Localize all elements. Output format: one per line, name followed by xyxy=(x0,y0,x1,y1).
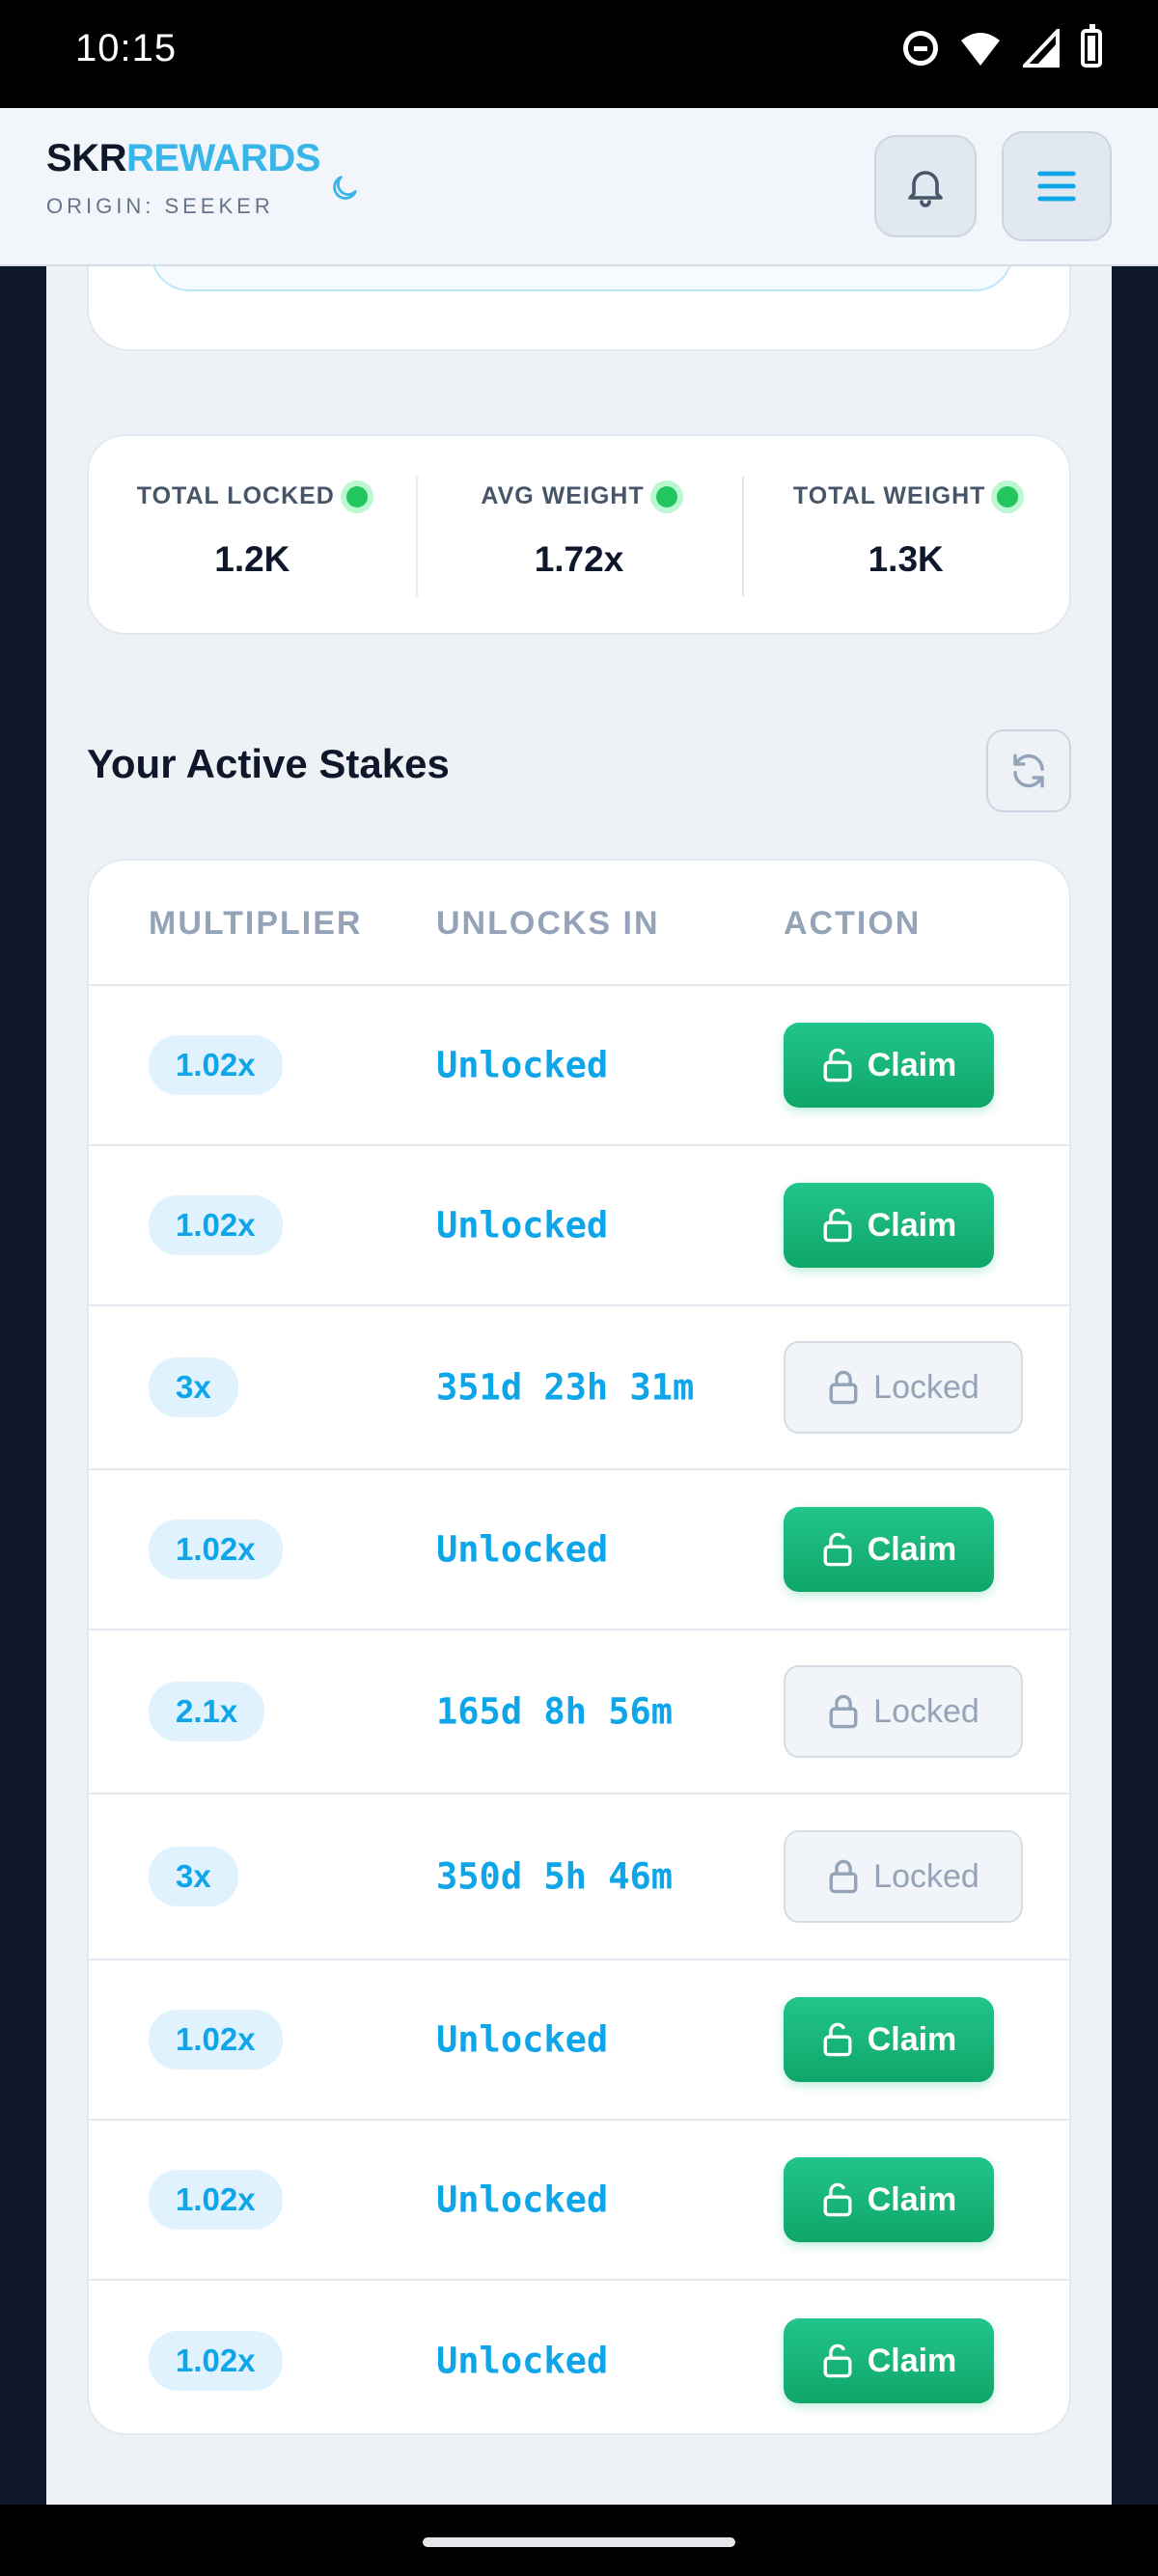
stat-total-weight: TOTAL WEIGHT 1.3K xyxy=(742,436,1069,633)
unlock-icon xyxy=(823,1048,852,1082)
claim-button-label: Claim xyxy=(867,2180,957,2218)
unlock-icon xyxy=(823,1208,852,1243)
claim-button-label: Claim xyxy=(867,2020,957,2058)
multiplier-badge: 1.02x xyxy=(149,2010,283,2069)
claim-button[interactable]: Claim xyxy=(784,1183,994,1268)
stat-label: TOTAL WEIGHT xyxy=(792,482,986,509)
stakes-table: MULTIPLIER UNLOCKS IN ACTION 1.02x Unloc… xyxy=(87,859,1071,2435)
table-row: 1.02x Unlocked Claim xyxy=(89,1470,1069,1631)
status-time: 10:15 xyxy=(75,27,178,69)
locked-button[interactable]: Locked xyxy=(784,1341,1023,1434)
live-status-dot xyxy=(345,485,368,507)
lock-icon xyxy=(829,1694,858,1729)
unlock-time: Unlocked xyxy=(436,2179,609,2221)
locked-button-label: Locked xyxy=(873,1857,979,1895)
unlock-time: Unlocked xyxy=(436,2340,609,2382)
signal-icon xyxy=(1023,29,1060,68)
live-status-dot xyxy=(655,485,677,507)
unlock-time: 350d 5h 46m xyxy=(436,1855,674,1898)
brand-logo[interactable]: SKRREWARDS ORIGIN: SEEKER xyxy=(46,137,320,219)
multiplier-badge: 3x xyxy=(149,1847,238,1906)
unlock-time: Unlocked xyxy=(436,2018,609,2061)
unlock-time: Unlocked xyxy=(436,1044,609,1086)
wifi-icon xyxy=(961,33,1000,66)
brand-primary: SKR xyxy=(46,137,126,179)
stat-avg-weight: AVG WEIGHT 1.72x xyxy=(415,436,743,633)
app-header: SKRREWARDS ORIGIN: SEEKER xyxy=(0,108,1158,266)
live-status-dot xyxy=(997,485,1019,507)
status-icons xyxy=(903,24,1102,68)
notifications-button[interactable] xyxy=(874,135,977,237)
column-header-multiplier: MULTIPLIER xyxy=(149,905,363,942)
claim-button-label: Claim xyxy=(867,1046,957,1083)
bell-icon xyxy=(908,171,943,207)
table-row: 1.02x Unlocked Claim xyxy=(89,2281,1069,2433)
locked-button[interactable]: Locked xyxy=(784,1665,1023,1758)
multiplier-badge: 1.02x xyxy=(149,1520,283,1579)
hamburger-icon xyxy=(1037,171,1076,202)
locked-button-label: Locked xyxy=(873,1368,979,1406)
table-row: 3x 350d 5h 46m Locked xyxy=(89,1795,1069,1960)
unlock-time: 165d 8h 56m xyxy=(436,1690,674,1733)
table-row: 1.02x Unlocked Claim xyxy=(89,1960,1069,2121)
multiplier-badge: 1.02x xyxy=(149,1035,283,1095)
table-row: 1.02x Unlocked Claim xyxy=(89,2121,1069,2281)
battery-icon xyxy=(1081,24,1102,68)
system-nav-bar xyxy=(0,2505,1158,2576)
claim-button-label: Claim xyxy=(867,1206,957,1244)
multiplier-badge: 2.1x xyxy=(149,1682,265,1741)
table-row: 2.1x 165d 8h 56m Locked xyxy=(89,1631,1069,1795)
unlock-icon xyxy=(823,2343,852,2378)
do-not-disturb-icon xyxy=(903,31,938,66)
home-indicator[interactable] xyxy=(423,2537,735,2547)
active-stakes-title: Your Active Stakes xyxy=(87,741,450,786)
stat-total-locked: TOTAL LOCKED 1.2K xyxy=(89,436,416,633)
claim-button[interactable]: Claim xyxy=(784,2157,994,2242)
table-row: 1.02x Unlocked Claim xyxy=(89,1146,1069,1306)
multiplier-badge: 1.02x xyxy=(149,2170,283,2230)
claim-button[interactable]: Claim xyxy=(784,1023,994,1108)
brand-subtitle: ORIGIN: SEEKER xyxy=(46,194,274,218)
table-row: 3x 351d 23h 31m Locked xyxy=(89,1306,1069,1470)
stat-label: AVG WEIGHT xyxy=(481,482,645,509)
stat-value: 1.72x xyxy=(534,539,624,579)
stat-value: 1.2K xyxy=(214,539,290,579)
unlock-time: Unlocked xyxy=(436,1528,609,1571)
lock-icon xyxy=(829,1859,858,1894)
refresh-icon xyxy=(1013,754,1044,788)
stat-label: TOTAL LOCKED xyxy=(136,482,335,509)
refresh-button[interactable] xyxy=(986,729,1071,812)
locked-button-label: Locked xyxy=(873,1692,979,1730)
multiplier-badge: 1.02x xyxy=(149,1195,283,1255)
moon-icon[interactable] xyxy=(328,172,361,205)
table-header: MULTIPLIER UNLOCKS IN ACTION xyxy=(89,861,1069,986)
multiplier-badge: 1.02x xyxy=(149,2331,283,2391)
unlock-time: Unlocked xyxy=(436,1204,609,1247)
unlock-icon xyxy=(823,1532,852,1567)
claim-button-label: Claim xyxy=(867,2342,957,2379)
multiplier-badge: 3x xyxy=(149,1357,238,1417)
menu-button[interactable] xyxy=(1002,131,1112,241)
column-header-action: ACTION xyxy=(784,905,922,942)
claim-button[interactable]: Claim xyxy=(784,1507,994,1592)
table-row: 1.02x Unlocked Claim xyxy=(89,986,1069,1146)
unlock-icon xyxy=(823,2022,852,2057)
stake-stats-card: TOTAL LOCKED 1.2K AVG WEIGHT 1.72x TOTAL… xyxy=(87,434,1071,635)
lock-icon xyxy=(829,1370,858,1405)
brand-accent: REWARDS xyxy=(125,137,320,179)
status-bar: 10:15 xyxy=(0,0,1158,108)
locked-button[interactable]: Locked xyxy=(784,1830,1023,1923)
unlock-time: 351d 23h 31m xyxy=(436,1366,695,1409)
column-header-unlocks-in: UNLOCKS IN xyxy=(436,905,660,942)
claim-button[interactable]: Claim xyxy=(784,1997,994,2082)
unlock-icon xyxy=(823,2182,852,2217)
claim-button[interactable]: Claim xyxy=(784,2318,994,2403)
stat-value: 1.3K xyxy=(868,539,944,579)
claim-button-label: Claim xyxy=(867,1530,957,1568)
